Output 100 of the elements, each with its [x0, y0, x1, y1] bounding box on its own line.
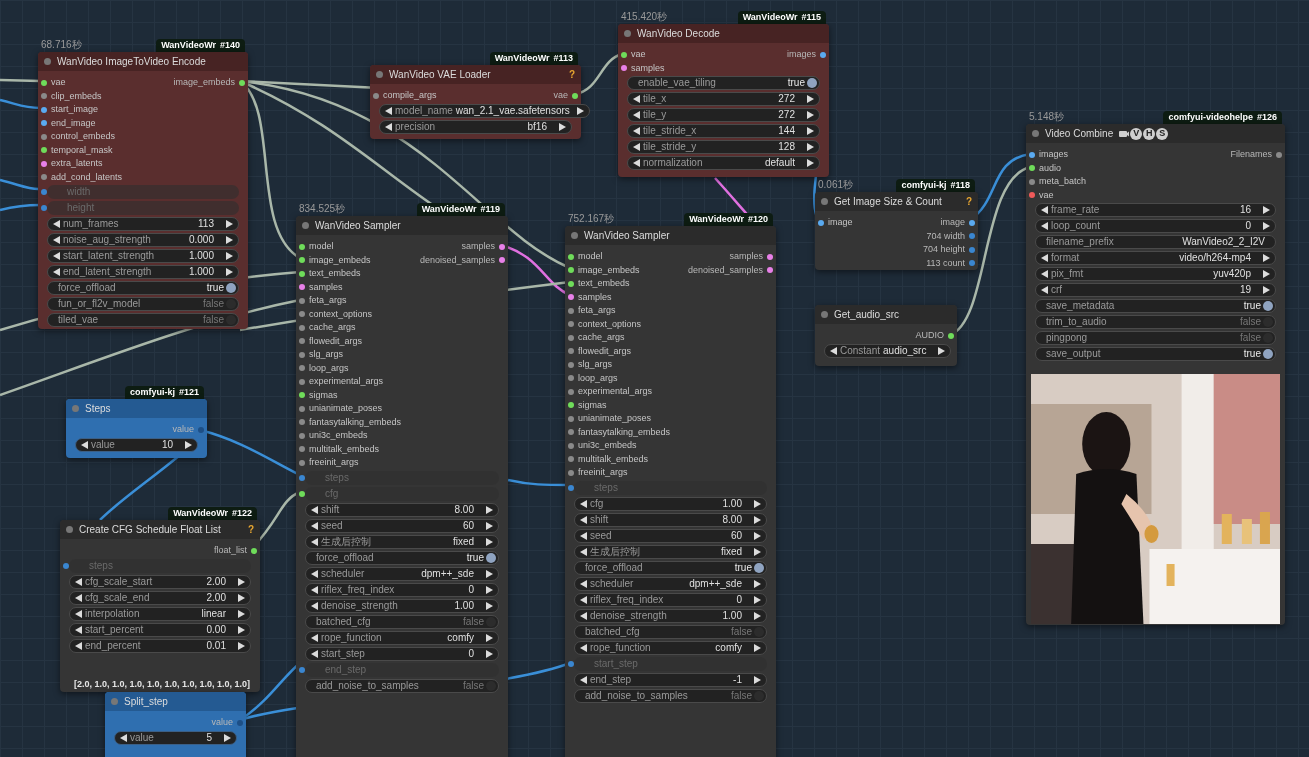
right-arrow-icon[interactable] [224, 733, 231, 742]
combo-widget[interactable]: 生成后控制 fixed [305, 534, 499, 549]
combo-widget[interactable]: interpolation linear [69, 606, 251, 621]
combo-widget[interactable]: model_name wan_2.1_vae.safetensors [379, 103, 590, 118]
number-widget[interactable]: cfg_scale_start 2.00 [69, 574, 251, 589]
toggle-knob[interactable] [1263, 349, 1273, 359]
combo-widget[interactable]: precision bf16 [379, 119, 572, 134]
toggle-knob[interactable] [1263, 317, 1273, 327]
left-arrow-icon[interactable] [830, 346, 837, 355]
toggle-widget[interactable]: batched_cfg false [574, 624, 767, 639]
number-widget[interactable]: start_percent 0.00 [69, 622, 251, 637]
connection-wire [0, 203, 40, 212]
right-arrow-icon[interactable] [754, 675, 761, 684]
number-widget[interactable]: shift 8.00 [305, 502, 499, 517]
toggle-widget[interactable]: fun_or_fl2v_model false [47, 297, 239, 311]
toggle-widget[interactable]: pingpong false [1035, 331, 1276, 345]
toggle-knob[interactable] [226, 299, 236, 309]
help-mark[interactable]: ? [568, 67, 575, 82]
node-title-bar[interactable]: Get_audio_src [815, 305, 957, 324]
right-arrow-icon[interactable] [577, 106, 584, 115]
number-widget[interactable]: tile_stride_y 128 [627, 140, 820, 154]
number-widget[interactable]: denoise_strength 1.00 [305, 598, 499, 613]
combo-widget[interactable]: scheduler dpm++_sde [574, 576, 767, 591]
number-widget[interactable]: value 5 [114, 730, 237, 745]
toggle-widget[interactable]: save_output true [1035, 347, 1276, 361]
toggle-widget[interactable]: save_metadata true [1035, 299, 1276, 313]
toggle-widget[interactable]: force_offload true [47, 281, 239, 295]
toggle-widget[interactable]: add_noise_to_samples false [305, 678, 499, 693]
node-title-bar[interactable]: Get Image Size & Count ? [815, 192, 978, 211]
toggle-widget[interactable]: batched_cfg false [305, 614, 499, 629]
number-widget[interactable]: riflex_freq_index 0 [574, 592, 767, 607]
toggle-knob[interactable] [226, 283, 236, 293]
number-widget[interactable]: end_step -1 [574, 672, 767, 687]
number-widget[interactable]: shift 8.00 [574, 512, 767, 527]
input-label: feta_args [309, 296, 347, 306]
node-title-bar[interactable]: Split_step [105, 692, 246, 711]
number-widget[interactable]: value 10 [75, 437, 198, 452]
badge-id: #119 [480, 205, 500, 214]
left-arrow-icon[interactable] [580, 643, 587, 652]
toggle-widget[interactable]: force_offload true [305, 550, 499, 565]
number-widget[interactable]: denoise_strength 1.00 [574, 608, 767, 623]
number-widget[interactable]: seed 60 [574, 528, 767, 543]
number-widget[interactable]: seed 60 [305, 518, 499, 533]
number-widget[interactable]: loop_count 0 [1035, 219, 1276, 233]
toggle-knob[interactable] [754, 562, 764, 573]
combo-widget[interactable]: scheduler dpm++_sde [305, 566, 499, 581]
combo-widget[interactable]: Constant audio_src [824, 343, 952, 358]
node-title-bar[interactable]: WanVideo Sampler [296, 216, 508, 235]
node-title-bar[interactable]: Steps [66, 399, 207, 418]
number-widget[interactable]: num_frames 113 [47, 217, 239, 231]
help-mark[interactable]: ? [247, 522, 254, 537]
number-widget[interactable]: start_latent_strength 1.000 [47, 249, 239, 263]
number-widget[interactable]: cfg 1.00 [574, 496, 767, 511]
toggle-knob[interactable] [226, 315, 236, 325]
number-widget[interactable]: tile_stride_x 144 [627, 124, 820, 138]
combo-widget[interactable]: format video/h264-mp4 [1035, 251, 1276, 265]
number-widget[interactable]: frame_rate 16 [1035, 203, 1276, 217]
toggle-widget[interactable]: add_noise_to_samples false [574, 688, 767, 703]
toggle-knob[interactable] [754, 690, 764, 701]
help-mark[interactable]: ? [965, 194, 972, 209]
combo-widget[interactable]: rope_function comfy [574, 640, 767, 655]
toggle-widget[interactable]: trim_to_audio false [1035, 315, 1276, 329]
toggle-knob[interactable] [1263, 301, 1273, 311]
connection-wire [0, 98, 41, 110]
toggle-widget[interactable]: force_offload true [574, 560, 767, 575]
toggle-knob[interactable] [1263, 333, 1273, 343]
combo-widget[interactable]: rope_function comfy [305, 630, 499, 645]
node-title-bar[interactable]: WanVideo Decode [618, 24, 829, 43]
number-widget[interactable]: tile_x 272 [627, 92, 820, 106]
right-arrow-icon[interactable] [754, 643, 761, 652]
node-title-bar[interactable]: Create CFG Schedule Float List ? [60, 520, 260, 539]
toggle-knob[interactable] [486, 552, 496, 563]
toggle-widget[interactable]: tiled_vae false [47, 313, 239, 327]
right-arrow-icon[interactable] [559, 122, 566, 131]
number-widget[interactable]: riflex_freq_index 0 [305, 582, 499, 597]
combo-widget[interactable]: pix_fmt yuv420p [1035, 267, 1276, 281]
number-widget[interactable]: end_percent 0.01 [69, 638, 251, 653]
right-arrow-icon[interactable] [938, 346, 946, 355]
node-title-bar[interactable]: WanVideo Sampler [565, 226, 776, 245]
combo-widget[interactable]: 生成后控制 fixed [574, 544, 767, 559]
combo-widget[interactable]: normalization default [627, 156, 820, 170]
number-widget[interactable]: end_latent_strength 1.000 [47, 265, 239, 279]
node-title-bar[interactable]: WanVideo VAE Loader ? [370, 65, 581, 84]
node-title-bar[interactable]: Video Combine V H S [1026, 124, 1285, 143]
right-arrow-icon[interactable] [185, 440, 192, 449]
toggle-widget[interactable]: enable_vae_tiling true [627, 76, 820, 90]
number-widget[interactable]: crf 19 [1035, 283, 1276, 297]
left-arrow-icon[interactable] [120, 733, 127, 742]
number-widget[interactable]: tile_y 272 [627, 108, 820, 122]
toggle-knob[interactable] [754, 626, 764, 637]
number-widget[interactable]: noise_aug_strength 0.000 [47, 233, 239, 247]
toggle-knob[interactable] [807, 78, 817, 88]
left-arrow-icon[interactable] [580, 675, 587, 684]
number-widget[interactable]: start_step 0 [305, 646, 499, 661]
toggle-knob[interactable] [486, 680, 496, 691]
node-title-bar[interactable]: WanVideo ImageToVideo Encode [38, 52, 248, 71]
toggle-knob[interactable] [486, 616, 496, 627]
left-arrow-icon[interactable] [81, 440, 88, 449]
number-widget[interactable]: cfg_scale_end 2.00 [69, 590, 251, 605]
text-widget[interactable]: filename_prefix WanVideo2_2_I2V [1035, 235, 1276, 249]
